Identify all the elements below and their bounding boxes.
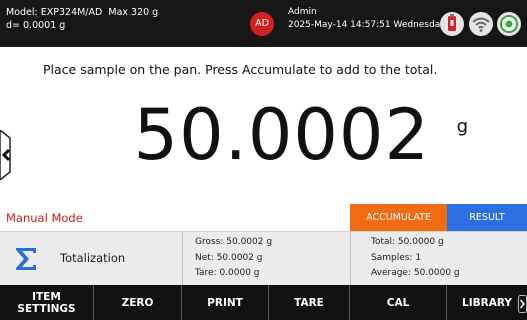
model-info: Model: EXP324M/AD Max 320 g d= 0.0001 g [6, 6, 158, 32]
app-label: Totalization [60, 251, 126, 265]
library-button[interactable]: LIBRARY [447, 285, 527, 320]
weight-details: Gross: 50.0002 g Net: 50.0002 g Tare: 0.… [195, 235, 272, 282]
weight-reading: 50.0002 g [134, 90, 488, 180]
print-button[interactable]: PRINT [182, 285, 269, 320]
function-toolbar: ITEM SETTINGS ZERO PRINT TARE CAL LIBRAR… [0, 285, 527, 320]
sigma-icon [14, 246, 38, 272]
item-settings-button[interactable]: ITEM SETTINGS [0, 285, 94, 320]
datetime-label: 2025-May-14 14:57:51 Wednesday [288, 20, 446, 30]
tare-button[interactable]: TARE [269, 285, 350, 320]
total-value: Total: 50.0000 g [371, 237, 444, 247]
result-button[interactable]: RESULT [447, 204, 527, 231]
weight-value: 50.0002 [133, 94, 430, 176]
readability-label: d= 0.0001 g [6, 20, 66, 31]
wifi-icon[interactable] [469, 12, 493, 36]
side-panel-toggle[interactable] [0, 129, 20, 181]
instruction-text: Place sample on the pan. Press Accumulat… [43, 62, 438, 77]
zero-button[interactable]: ZERO [94, 285, 182, 320]
user-name: Admin [288, 7, 317, 17]
statistics-details: Total: 50.0000 g Samples: 1 Average: 50.… [371, 235, 460, 282]
gross-value: Gross: 50.0002 g [195, 237, 273, 247]
model-label: Model: EXP324M/AD Max 320 g [6, 7, 159, 18]
info-divider [182, 232, 183, 286]
user-avatar-badge[interactable]: AD [250, 12, 274, 36]
average-value: Average: 50.0000 g [371, 268, 460, 278]
usb-drive-icon[interactable] [440, 12, 464, 36]
net-value: Net: 50.0002 g [195, 252, 263, 263]
level-bubble-icon[interactable] [497, 12, 521, 36]
info-divider [350, 232, 351, 286]
info-panel: Totalization Gross: 50.0002 g Net: 50.00… [0, 231, 527, 286]
accumulate-button[interactable]: ACCUMULATE [350, 204, 447, 231]
mode-label: Manual Mode [6, 211, 83, 225]
user-info: Admin 2025-May-14 14:57:51 Wednesday [288, 6, 446, 32]
cal-button[interactable]: CAL [350, 285, 447, 320]
weight-unit: g [456, 116, 468, 137]
tare-value: Tare: 0.0000 g [195, 268, 260, 278]
more-icon[interactable] [518, 295, 527, 313]
samples-value: Samples: 1 [371, 252, 422, 263]
status-header: Model: EXP324M/AD Max 320 g d= 0.0001 g … [0, 0, 527, 47]
